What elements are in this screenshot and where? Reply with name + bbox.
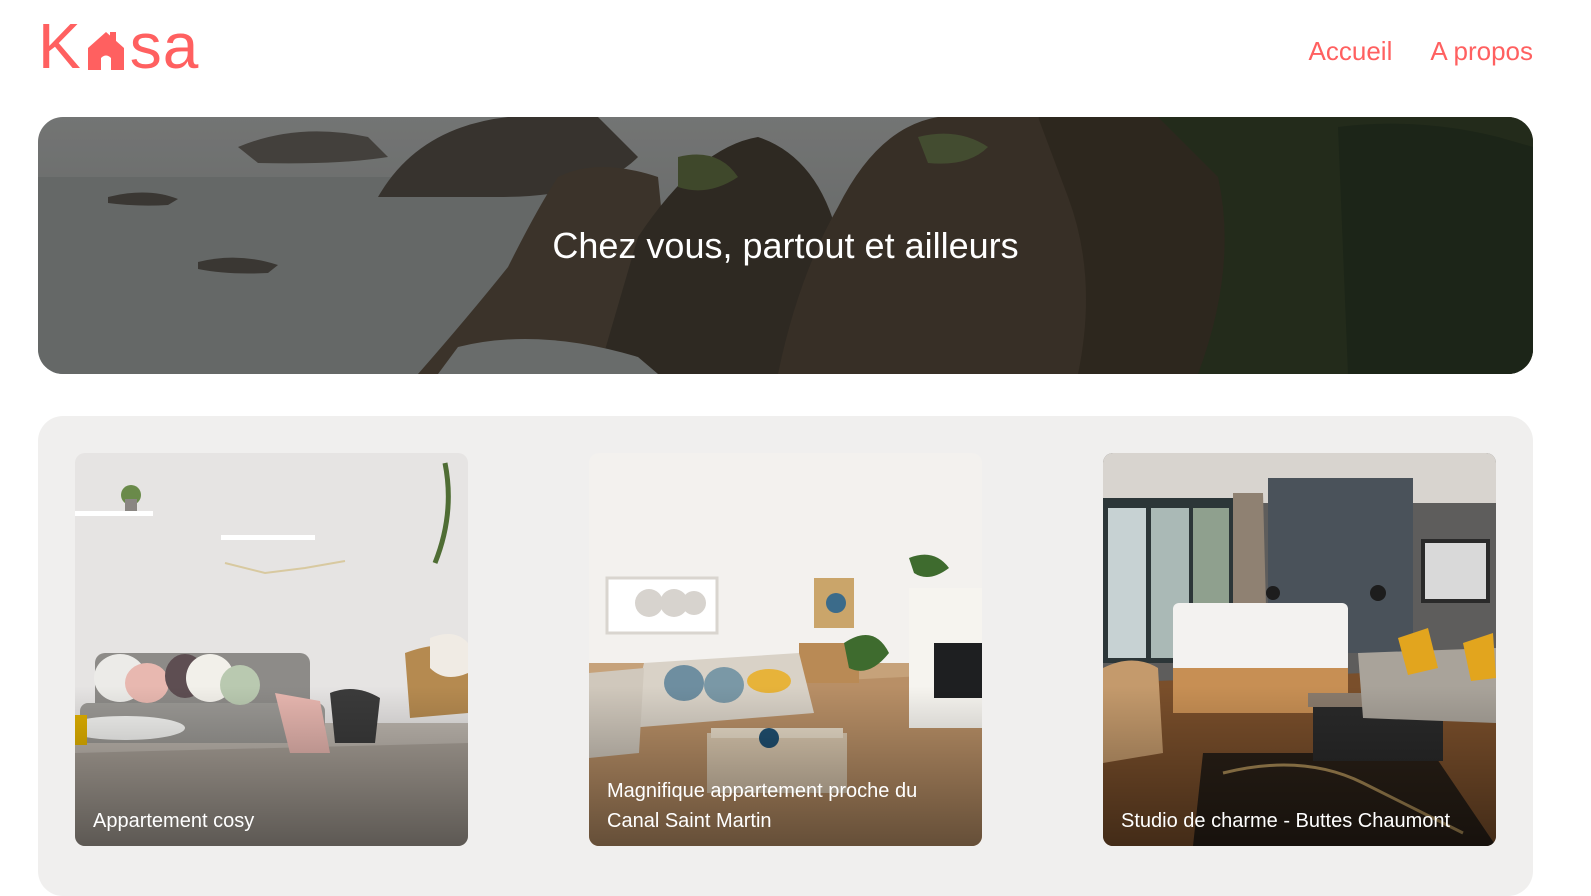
header: K sa Accueil A propos xyxy=(0,0,1591,110)
main-nav: Accueil A propos xyxy=(1309,36,1533,67)
listing-title: Studio de charme - Buttes Chaumont xyxy=(1121,810,1451,832)
listing-title: Appartement cosy xyxy=(93,810,255,832)
banner-title: Chez vous, partout et ailleurs xyxy=(552,225,1019,266)
kasa-logo[interactable]: K sa xyxy=(38,14,199,78)
listing-title: Magnifique appartement proche du Canal S… xyxy=(607,780,918,832)
listing-card-canal-saint-martin[interactable]: Magnifique appartement proche du Canal S… xyxy=(589,453,982,846)
nav-link-accueil[interactable]: Accueil xyxy=(1309,36,1393,67)
logo-letters-sa: sa xyxy=(129,10,200,82)
listing-card-buttes-chaumont[interactable]: Studio de charme - Buttes Chaumont xyxy=(1103,453,1496,846)
house-icon xyxy=(87,32,124,70)
logo-letter-k: K xyxy=(38,10,82,82)
hero-banner: Chez vous, partout et ailleurs xyxy=(38,117,1533,374)
listings-gallery: Appartement cosy Magnifique appartement … xyxy=(38,416,1533,896)
nav-link-a-propos[interactable]: A propos xyxy=(1430,36,1533,67)
listing-card-appartement-cosy[interactable]: Appartement cosy xyxy=(75,453,468,846)
